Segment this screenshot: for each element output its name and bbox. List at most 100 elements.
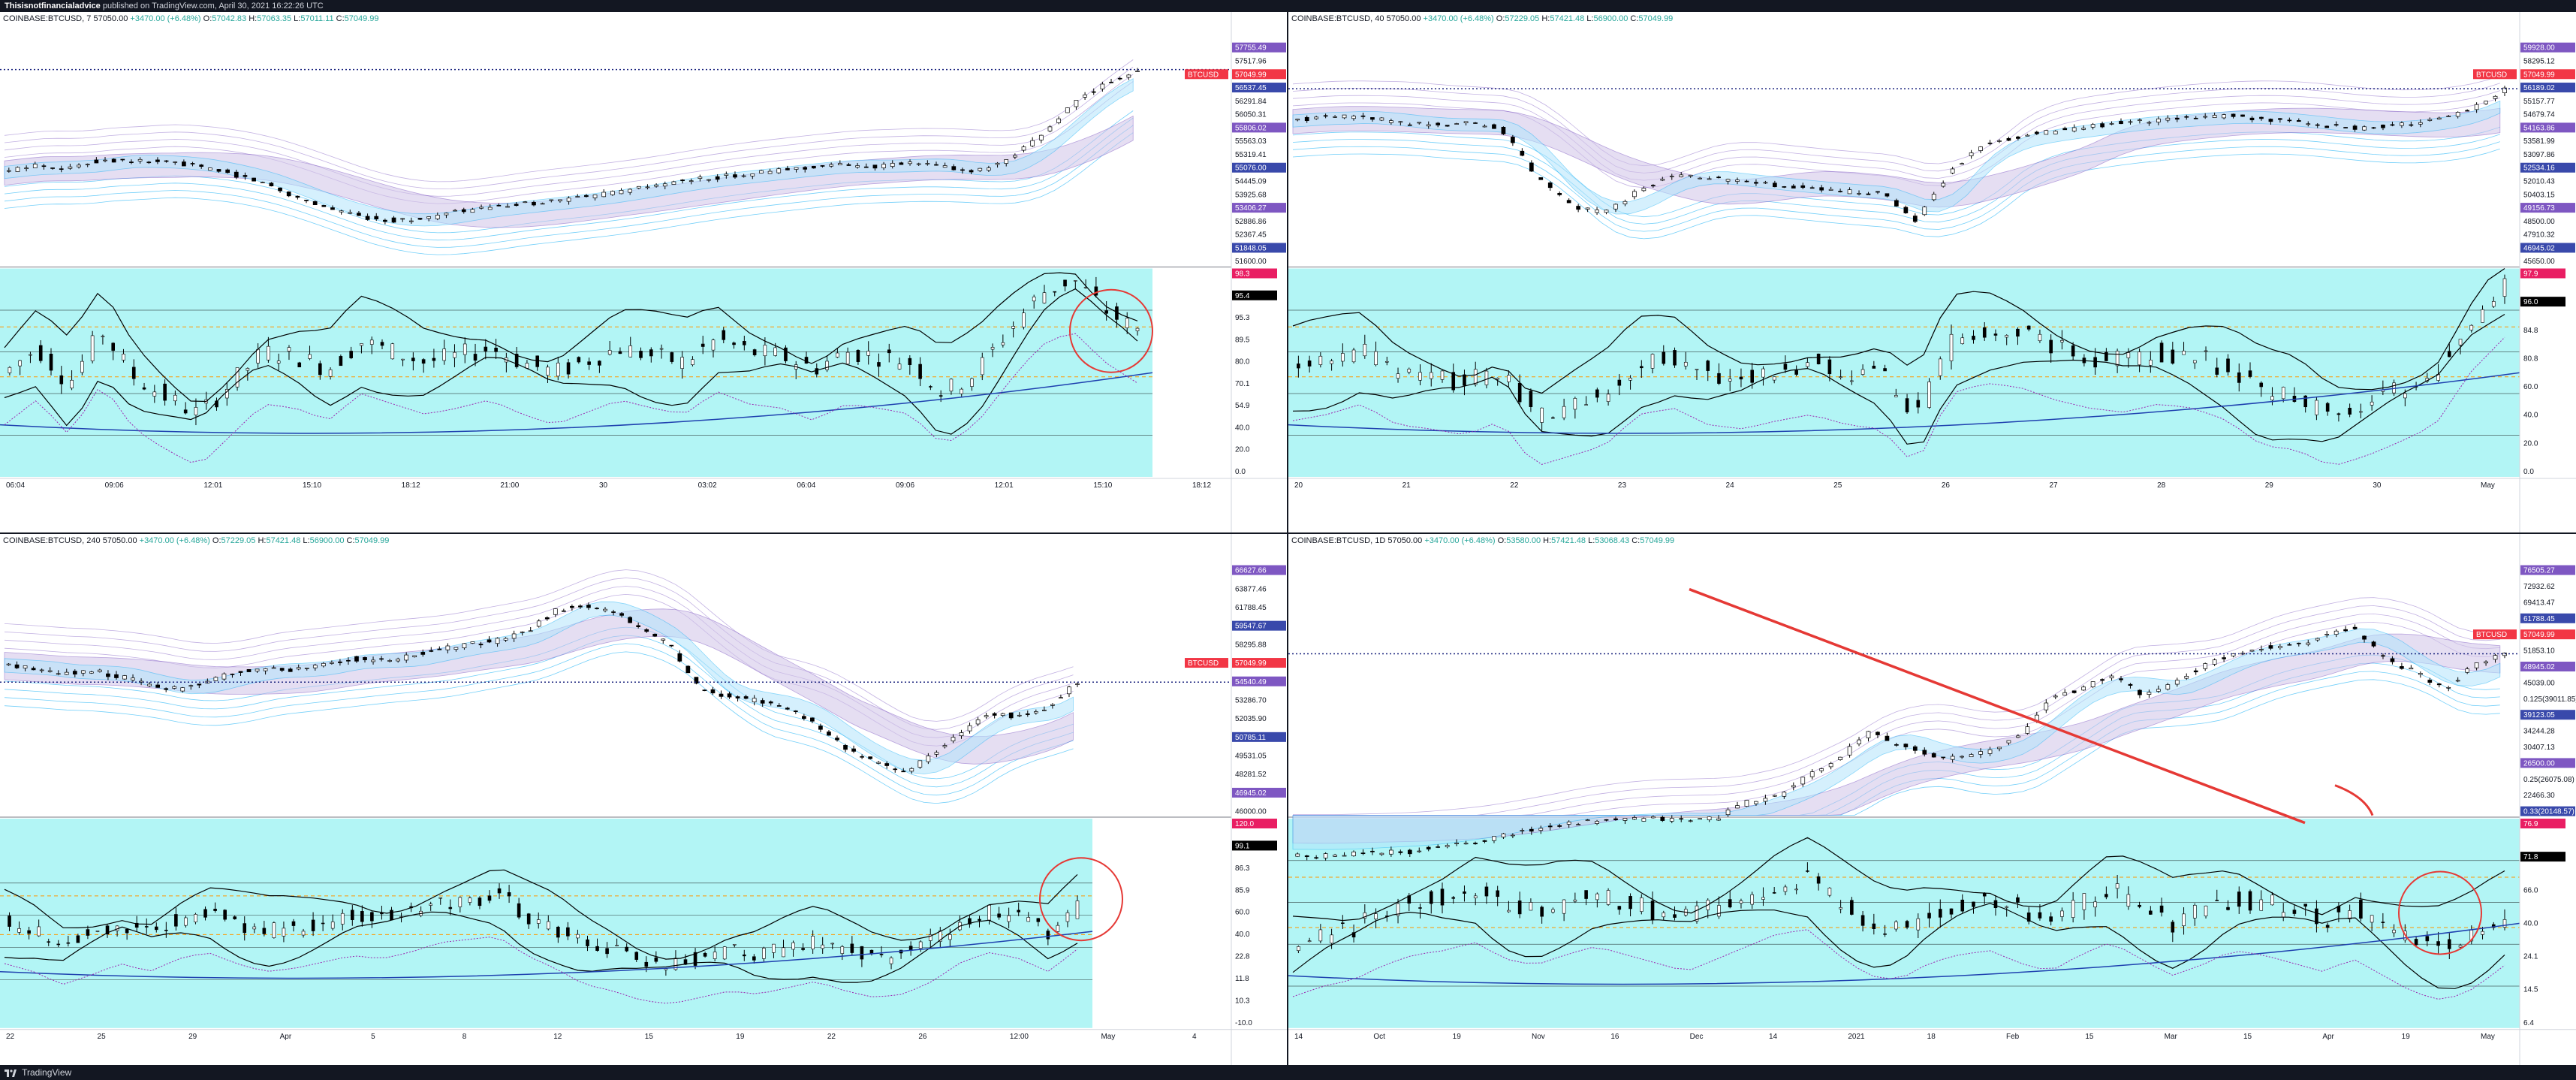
open-value: 57042.83 <box>212 14 247 23</box>
oscillator-candle-body <box>70 379 74 389</box>
candle-body <box>296 667 301 670</box>
oscillator-candle-body <box>1905 398 1909 412</box>
candle-body <box>1417 850 1422 852</box>
candle-body <box>1641 818 1647 822</box>
chart-panel-top-right[interactable]: COINBASE:BTCUSD, 40 57050.00 +3470.00 (+… <box>1288 12 2576 532</box>
time-axis-label: 15 <box>2085 1033 2094 1041</box>
oscillator-axis-label: 40.0 <box>2523 412 2538 420</box>
footer-brand[interactable]: TradingView <box>22 1067 71 1078</box>
oscillator-axis-label: 20.0 <box>1235 446 1250 454</box>
oscillator-candle-body <box>291 921 296 926</box>
oscillator-candle-body <box>856 350 860 362</box>
candle-body <box>2016 735 2020 738</box>
chart-panel-top-left[interactable]: COINBASE:BTCUSD, 7 57050.00 +3470.00 (+6… <box>0 12 1287 532</box>
oscillator-candle-body <box>1363 344 1367 357</box>
price-axis-label: 39123.05 <box>2523 711 2555 719</box>
candle-body <box>1997 747 2002 750</box>
candle-body <box>279 668 285 671</box>
time-axis-label: 18:12 <box>402 481 420 490</box>
time-axis-label: 26 <box>918 1033 927 1041</box>
oscillator-axis-label: 40.0 <box>1235 931 1250 939</box>
candle-body <box>2249 650 2255 652</box>
oscillator-candle-body <box>1662 351 1666 364</box>
chart-panel-bottom-left[interactable]: COINBASE:BTCUSD, 240 57050.00 +3470.00 (… <box>0 534 1287 1065</box>
candle-body <box>995 162 1000 165</box>
oscillator-candle-body <box>2248 891 2252 911</box>
oscillator-candle-body <box>598 361 601 366</box>
candle-body <box>111 158 116 163</box>
candle-body <box>876 762 881 764</box>
candle-body <box>899 162 904 165</box>
oscillator-candle-body <box>1916 918 1921 931</box>
candle-body <box>2165 684 2171 689</box>
candle-body <box>1056 118 1061 123</box>
candle-body <box>1847 189 1852 195</box>
price-axis-label: 57049.99 <box>1235 71 1267 79</box>
candle-body <box>514 204 519 207</box>
oscillator-axis-label: 95.3 <box>1235 314 1250 322</box>
oscillator-candle-body <box>1783 364 1788 370</box>
candle-body <box>1773 183 1777 188</box>
candle-body <box>1389 120 1393 123</box>
oscillator-candle-body <box>595 946 599 952</box>
oscillator-candle-body <box>448 907 453 910</box>
candle-body <box>1501 833 1506 837</box>
candle-body <box>2324 125 2330 128</box>
candle-body <box>1135 71 1140 72</box>
last-price: 57050.00 <box>1386 14 1421 23</box>
panel-title: COINBASE:BTCUSD, 40 57050.00 +3470.00 (+… <box>1291 14 1674 23</box>
oscillator-candle-body <box>587 361 591 365</box>
candle-body <box>1370 117 1375 120</box>
price-axis-label: 53286.70 <box>1235 696 1267 704</box>
candle-body <box>1716 176 1721 179</box>
candle-body <box>1295 119 1300 121</box>
price-axis-label: 53097.86 <box>2523 151 2555 159</box>
price-axis-label: 66627.66 <box>1235 567 1267 575</box>
oscillator-candle-body <box>213 909 217 911</box>
oscillator-candle-body <box>1032 296 1036 302</box>
candle-body <box>1501 126 1506 134</box>
annotation-downtrend-line <box>1689 587 2306 825</box>
candle-body <box>2268 645 2273 649</box>
oscillator-candle-body <box>194 407 198 415</box>
candle-body <box>2296 642 2301 644</box>
chart-panel-bottom-right[interactable]: COINBASE:BTCUSD, 1D 57050.00 +3470.00 (+… <box>1288 534 2576 1065</box>
candle-body <box>495 638 500 644</box>
oscillator-candle-body <box>1628 378 1632 381</box>
price-axis-label: 50785.11 <box>1235 734 1266 742</box>
candle-body <box>1017 714 1022 716</box>
candle-body <box>98 669 102 672</box>
candle-body <box>793 710 798 712</box>
oscillator-candle-body <box>2149 910 2153 915</box>
oscillator-axis-label: 86.3 <box>1235 864 1250 873</box>
oscillator-candle-body <box>836 352 839 357</box>
oscillator-candle-body <box>1418 372 1422 381</box>
candle-body <box>106 673 110 677</box>
oscillator-candle-body <box>1507 910 1511 913</box>
tradingview-logo-icon[interactable] <box>5 1069 17 1077</box>
candle-body <box>1744 800 1749 807</box>
oscillator-candle-body <box>811 936 815 949</box>
panel-divider-vertical[interactable] <box>1287 12 1288 1065</box>
candle-body <box>1725 809 1731 816</box>
footer-bar: TradingView <box>0 1065 2576 1080</box>
price-axis-label: 54540.49 <box>1235 678 1267 686</box>
candle-body <box>1660 179 1665 181</box>
price-axis-label: 45650.00 <box>2523 258 2555 266</box>
candle-body <box>1903 207 1909 213</box>
candle-body <box>1538 177 1544 180</box>
oscillator-candle-body <box>38 345 43 361</box>
candle-body <box>645 186 650 189</box>
candle-body <box>371 659 375 662</box>
price-axis-label: 49531.05 <box>1235 753 1267 761</box>
candle-body <box>2053 131 2058 134</box>
price-axis-label: 55076.00 <box>1235 164 1267 173</box>
candle-body <box>1969 152 1974 156</box>
oscillator-candle-body <box>566 362 571 375</box>
oscillator-axis-label: 54.9 <box>1235 402 1250 410</box>
candle-body <box>1117 77 1122 80</box>
candle-body <box>190 163 195 164</box>
candle-body <box>2436 117 2442 120</box>
oscillator-candle-body <box>80 361 84 373</box>
candle-body <box>975 719 981 725</box>
